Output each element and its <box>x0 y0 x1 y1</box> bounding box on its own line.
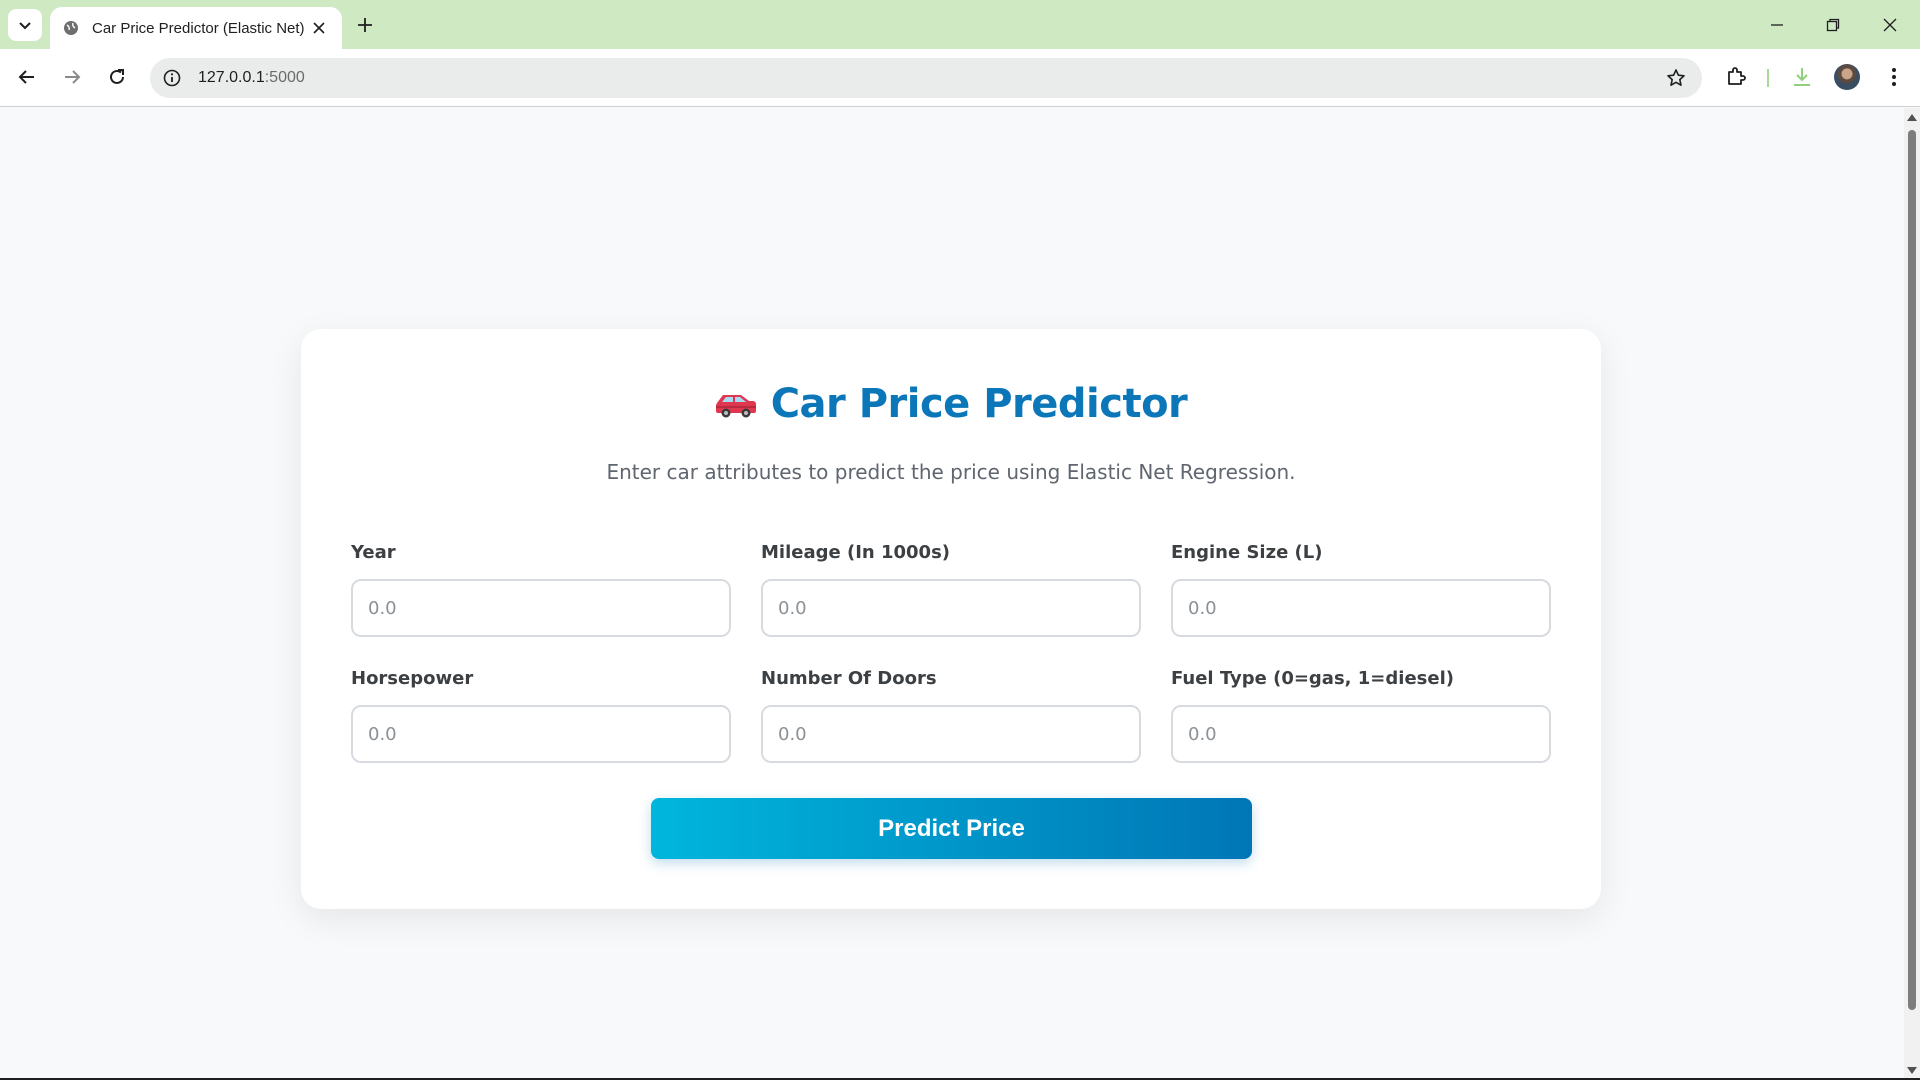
field-label-mileage: Mileage (In 1000s) <box>761 542 951 563</box>
field-fuel-type: Fuel Type (0=gas, 1=diesel) <box>1171 666 1551 763</box>
star-icon[interactable] <box>1666 68 1686 88</box>
field-horsepower: Horsepower <box>351 666 731 763</box>
car-icon <box>715 395 756 418</box>
tab-search-button[interactable] <box>8 9 42 41</box>
field-label-year: Year <box>351 542 396 563</box>
url-host: 127.0.0.1 <box>198 69 265 86</box>
scrollbar[interactable] <box>1904 108 1920 1078</box>
extensions-icon <box>1728 67 1746 85</box>
tab-title: Car Price Predictor (Elastic Net) <box>92 19 305 37</box>
url-text[interactable]: 127.0.0.1:5000 <box>198 69 305 87</box>
field-mileage: Mileage (In 1000s) <box>761 540 1141 637</box>
tab-search-icon <box>19 22 31 30</box>
toolbar-separator <box>1767 69 1769 87</box>
field-label-engine-size: Engine Size (L) <box>1171 542 1323 563</box>
page-title: Car Price Predictor <box>301 381 1601 427</box>
kebab-menu-icon <box>1892 68 1896 86</box>
field-label-doors: Number Of Doors <box>761 668 937 689</box>
field-label-horsepower: Horsepower <box>351 668 474 689</box>
field-year: Year <box>351 540 731 637</box>
reload-button[interactable] <box>101 61 133 93</box>
predictor-card: Car Price Predictor Enter car attributes… <box>301 329 1601 909</box>
profile-avatar[interactable] <box>1834 64 1860 90</box>
download-icon <box>1794 68 1810 86</box>
field-engine-size: Engine Size (L) <box>1171 540 1551 637</box>
scroll-down-arrow[interactable] <box>1907 1067 1917 1074</box>
mileage-input[interactable] <box>761 579 1141 637</box>
minimize-icon <box>1771 24 1783 26</box>
predict-price-button[interactable]: Predict Price <box>651 798 1252 859</box>
forward-button[interactable] <box>56 61 88 93</box>
url-port: :5000 <box>264 69 305 86</box>
doors-input[interactable] <box>761 705 1141 763</box>
browser-toolbar: 127.0.0.1:5000 <box>0 49 1920 107</box>
extensions-button[interactable] <box>1722 63 1750 91</box>
scrollbar-thumb[interactable] <box>1908 130 1916 1010</box>
back-arrow-icon <box>18 70 34 84</box>
field-doors: Number Of Doors <box>761 666 1141 763</box>
reload-icon <box>110 69 124 84</box>
horsepower-input[interactable] <box>351 705 731 763</box>
close-icon[interactable] <box>308 17 330 39</box>
download-button[interactable] <box>1788 63 1816 91</box>
minimize-button[interactable] <box>1757 10 1797 40</box>
new-tab-button[interactable] <box>352 12 378 38</box>
page-subtitle: Enter car attributes to predict the pric… <box>606 460 1296 484</box>
back-button[interactable] <box>11 61 43 93</box>
field-label-fuel-type: Fuel Type (0=gas, 1=diesel) <box>1171 668 1454 689</box>
fuel-type-input[interactable] <box>1171 705 1551 763</box>
engine-size-input[interactable] <box>1171 579 1551 637</box>
year-input[interactable] <box>351 579 731 637</box>
close-window-icon <box>1883 18 1897 32</box>
browser-menu-button[interactable] <box>1880 63 1908 91</box>
plus-icon <box>358 18 372 32</box>
globe-icon <box>62 19 80 37</box>
scroll-up-arrow[interactable] <box>1907 114 1917 121</box>
forward-arrow-icon <box>65 70 81 84</box>
info-icon[interactable] <box>162 68 182 88</box>
browser-tab-active[interactable]: Car Price Predictor (Elastic Net) <box>50 7 342 49</box>
address-bar[interactable]: 127.0.0.1:5000 <box>150 58 1702 98</box>
restore-button[interactable] <box>1813 10 1853 40</box>
close-window-button[interactable] <box>1870 10 1910 40</box>
page-title-text: Car Price Predictor <box>770 381 1188 427</box>
restore-icon <box>1826 18 1840 32</box>
browser-tab-bar: Car Price Predictor (Elastic Net) <box>0 0 1920 49</box>
